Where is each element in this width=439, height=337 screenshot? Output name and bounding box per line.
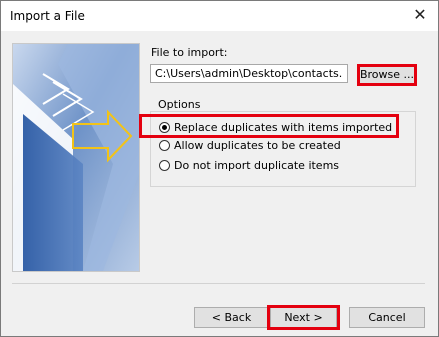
- radio-icon[interactable]: [159, 159, 170, 171]
- radio-allow-duplicates[interactable]: Allow duplicates to be created: [159, 137, 341, 153]
- radio-selected-icon[interactable]: [159, 121, 170, 133]
- footer-divider: [12, 283, 425, 284]
- close-icon[interactable]: ✕: [412, 6, 428, 24]
- radio-label: Do not import duplicate items: [174, 158, 340, 172]
- back-button[interactable]: < Back: [194, 307, 269, 328]
- title-bar: Import a File ✕: [1, 1, 438, 31]
- radio-replace-duplicates[interactable]: Replace duplicates with items imported: [159, 119, 392, 135]
- file-path-input[interactable]: C:\Users\admin\Desktop\contacts.: [150, 64, 348, 83]
- window-title: Import a File: [10, 9, 85, 23]
- next-button[interactable]: Next >: [270, 307, 337, 328]
- browse-button[interactable]: Browse ...: [358, 65, 416, 85]
- radio-label: Allow duplicates to be created: [174, 138, 341, 152]
- cancel-button[interactable]: Cancel: [349, 307, 425, 328]
- wizard-banner-image: [12, 43, 140, 272]
- file-to-import-label: File to import:: [151, 46, 228, 59]
- radio-do-not-import[interactable]: Do not import duplicate items: [159, 157, 339, 173]
- options-legend: Options: [156, 98, 203, 111]
- radio-label: Replace duplicates with items imported: [174, 120, 393, 134]
- radio-icon[interactable]: [159, 139, 170, 151]
